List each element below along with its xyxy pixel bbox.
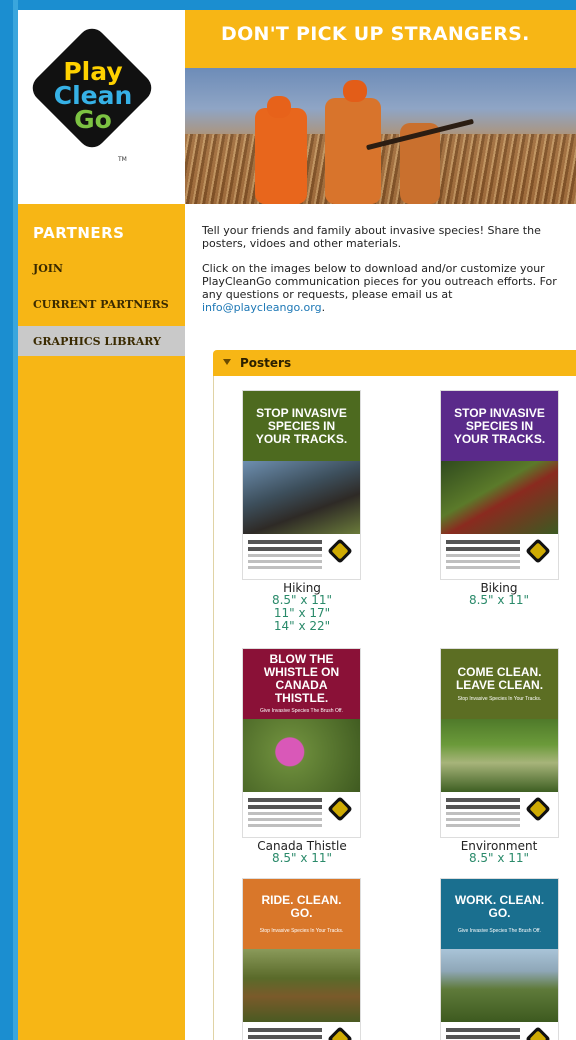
poster-headline: STOP INVASIVE SPECIES IN YOUR TRACKS. xyxy=(441,391,558,461)
mini-logo-icon xyxy=(525,1026,551,1040)
mini-logo-icon xyxy=(525,538,551,564)
logo-text: Play Clean Go xyxy=(18,59,168,134)
sidebar: PARTNERS JOIN CURRENT PARTNERS GRAPHICS … xyxy=(18,204,185,1040)
poster-headline-text: RIDE. CLEAN. GO. xyxy=(261,892,342,920)
poster-footer xyxy=(243,792,360,837)
hunter-figure-2 xyxy=(325,98,381,204)
poster-work-clean-go[interactable]: WORK. CLEAN. GO. Give Invasive Species T… xyxy=(440,878,559,1040)
hunter-head-1 xyxy=(267,96,291,118)
email-link[interactable]: info@playcleango.org xyxy=(202,301,322,314)
page: Play Clean Go TM DON'T PICK UP STRANGERS… xyxy=(18,10,576,1040)
intro-paragraph-2-text: Click on the images below to download an… xyxy=(202,262,557,301)
poster-photo xyxy=(243,719,360,792)
collapse-caret-icon[interactable] xyxy=(223,359,231,365)
poster-headline-text: BLOW THE WHISTLE ON CANADA THISTLE. xyxy=(263,652,340,705)
intro-period: . xyxy=(321,301,326,314)
poster-footer xyxy=(243,1022,360,1040)
poster-canada-thistle[interactable]: BLOW THE WHISTLE ON CANADA THISTLE. Give… xyxy=(242,648,361,838)
poster-footer xyxy=(441,1022,558,1040)
sidebar-item-graphics-library[interactable]: GRAPHICS LIBRARY xyxy=(33,335,161,348)
poster-size-link[interactable]: 8.5" x 11" xyxy=(222,852,382,864)
browser-frame: Play Clean Go TM DON'T PICK UP STRANGERS… xyxy=(0,0,576,1040)
poster-headline-text: WORK. CLEAN. GO. xyxy=(454,892,545,920)
sidebar-item-join[interactable]: JOIN xyxy=(33,262,63,275)
posters-panel-body: STOP INVASIVE SPECIES IN YOUR TRACKS. Hi… xyxy=(213,376,576,1040)
poster-footer xyxy=(243,534,360,579)
poster-subline: Give Invasive Species The Brush Off. xyxy=(260,708,343,714)
hunter-head-2 xyxy=(343,80,367,102)
logo-line-go: Go xyxy=(74,105,112,134)
poster-size-link[interactable]: 8.5" x 11" xyxy=(222,594,382,606)
header-title: DON'T PICK UP STRANGERS. xyxy=(221,23,530,45)
logo-trademark: TM xyxy=(118,156,127,163)
poster-headline: BLOW THE WHISTLE ON CANADA THISTLE. Give… xyxy=(243,649,360,719)
intro-paragraph-2: Click on the images below to download an… xyxy=(202,262,572,314)
poster-photo xyxy=(441,949,558,1022)
logo-area[interactable]: Play Clean Go TM xyxy=(18,10,185,204)
intro-paragraph-1: Tell your friends and family about invas… xyxy=(202,224,541,250)
posters-panel-title: Posters xyxy=(240,356,292,370)
poster-biking[interactable]: STOP INVASIVE SPECIES IN YOUR TRACKS. xyxy=(440,390,559,580)
poster-size-link[interactable]: 11" x 17" xyxy=(222,607,382,619)
hero-image xyxy=(185,68,576,204)
poster-headline: STOP INVASIVE SPECIES IN YOUR TRACKS. xyxy=(243,391,360,461)
poster-photo xyxy=(441,461,558,534)
intro-text: Tell your friends and family about invas… xyxy=(202,224,572,326)
mini-logo-icon xyxy=(327,538,353,564)
mini-logo-icon xyxy=(327,796,353,822)
posters-panel-header[interactable]: Posters xyxy=(213,350,576,376)
poster-photo xyxy=(243,949,360,1022)
poster-headline-text: COME CLEAN. LEAVE CLEAN. xyxy=(455,664,544,692)
poster-size-link[interactable]: 8.5" x 11" xyxy=(419,594,576,606)
main-content: Tell your friends and family about invas… xyxy=(185,204,576,1040)
poster-ride-clean-go[interactable]: RIDE. CLEAN. GO. Stop Invasive Species I… xyxy=(242,878,361,1040)
sidebar-item-current-partners[interactable]: CURRENT PARTNERS xyxy=(33,298,169,311)
poster-environment[interactable]: COME CLEAN. LEAVE CLEAN. Stop Invasive S… xyxy=(440,648,559,838)
poster-subline: Stop Invasive Species In Your Tracks. xyxy=(457,695,542,702)
poster-subline: Give Invasive Species The Brush Off. xyxy=(458,927,541,934)
poster-hiking[interactable]: STOP INVASIVE SPECIES IN YOUR TRACKS. xyxy=(242,390,361,580)
mini-logo-icon xyxy=(525,796,551,822)
poster-photo xyxy=(441,719,558,792)
poster-headline: RIDE. CLEAN. GO. Stop Invasive Species I… xyxy=(243,879,360,949)
sidebar-title: PARTNERS xyxy=(33,224,125,242)
top-frame-strip xyxy=(0,0,576,10)
left-frame-strip xyxy=(0,0,13,1040)
poster-subline: Stop Invasive Species In Your Tracks. xyxy=(259,927,344,934)
poster-size-link[interactable]: 14" x 22" xyxy=(222,620,382,632)
poster-headline: WORK. CLEAN. GO. Give Invasive Species T… xyxy=(441,879,558,949)
header-bar: DON'T PICK UP STRANGERS. xyxy=(185,10,576,68)
poster-size-link[interactable]: 8.5" x 11" xyxy=(419,852,576,864)
mini-logo-icon xyxy=(327,1026,353,1040)
poster-footer xyxy=(441,534,558,579)
hunter-figure-1 xyxy=(255,108,307,204)
poster-headline: COME CLEAN. LEAVE CLEAN. Stop Invasive S… xyxy=(441,649,558,719)
poster-photo xyxy=(243,461,360,534)
poster-footer xyxy=(441,792,558,837)
